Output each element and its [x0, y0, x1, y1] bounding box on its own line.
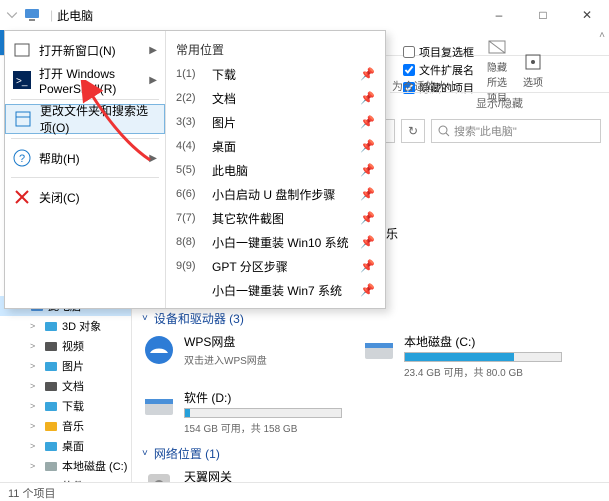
- drive-icon: [142, 389, 176, 423]
- ribbon-check-1[interactable]: 文件扩展名: [403, 62, 474, 78]
- chevron-right-icon: ▶: [149, 75, 157, 86]
- titlebar: | 此电脑 – □ ✕: [0, 0, 609, 30]
- dl-icon: [44, 399, 58, 413]
- frequent-place-item[interactable]: 6(6)小白启动 U 盘制作步骤📌: [166, 182, 385, 206]
- pic-icon: [44, 359, 58, 373]
- window-title: 此电脑: [57, 7, 93, 24]
- tree-node[interactable]: >图片: [0, 356, 131, 376]
- ribbon-hint-text: 为合适的大小: [392, 78, 458, 94]
- close-button[interactable]: ✕: [565, 0, 609, 30]
- pin-icon[interactable]: 📌: [360, 259, 375, 273]
- network-item[interactable]: 天翼网关: [142, 468, 342, 482]
- frequent-place-item[interactable]: 7(7)其它软件截图📌: [166, 206, 385, 230]
- search-box[interactable]: 搜索"此电脑": [431, 119, 601, 143]
- desk-icon: [44, 439, 58, 453]
- file-menu-item[interactable]: 打开新窗口(N)▶: [5, 35, 165, 65]
- file-menu-item[interactable]: >_打开 Windows PowerShell(R)▶: [5, 65, 165, 95]
- pin-icon[interactable]: 📌: [360, 187, 375, 201]
- frequent-place-item[interactable]: 9(9)GPT 分区步骤📌: [166, 254, 385, 278]
- frequent-place-item[interactable]: 1(1)下载📌: [166, 62, 385, 86]
- devices-section-header[interactable]: ˅ 设备和驱动器 (3): [142, 310, 599, 327]
- maximize-button[interactable]: □: [521, 0, 565, 30]
- chevron-right-icon: ▶: [149, 153, 157, 164]
- chevron-down-icon: ˅: [142, 313, 148, 324]
- opts-icon: [14, 110, 32, 128]
- refresh-button[interactable]: ↻: [401, 119, 425, 143]
- history-nav: [6, 9, 18, 21]
- file-menu-item[interactable]: 更改文件夹和搜索选项(O): [5, 104, 165, 134]
- tree-node[interactable]: >视频: [0, 336, 131, 356]
- window-controls: – □ ✕: [477, 0, 609, 30]
- status-bar: 11 个项目: [0, 482, 609, 500]
- ribbon-group-label: 显示/隐藏: [390, 92, 609, 113]
- doc-icon: [44, 379, 58, 393]
- frequent-place-item[interactable]: 小白一键重装 Win7 系统📌: [166, 278, 385, 302]
- pin-icon[interactable]: 📌: [360, 283, 375, 297]
- svg-text:?: ?: [19, 153, 25, 165]
- svg-text:>_: >_: [16, 76, 28, 87]
- file-menu-item[interactable]: 关闭(C): [5, 182, 165, 212]
- close-icon: [13, 188, 31, 206]
- chevron-down-icon: ˅: [142, 448, 148, 459]
- tree-node[interactable]: >音乐: [0, 416, 131, 436]
- search-icon: [438, 125, 450, 137]
- separator: |: [50, 8, 53, 22]
- music-icon: [44, 419, 58, 433]
- video-icon: [44, 339, 58, 353]
- frequent-place-item[interactable]: 3(3)图片📌: [166, 110, 385, 134]
- frequent-place-item[interactable]: 2(2)文档📌: [166, 86, 385, 110]
- file-dropdown-menu: 打开新窗口(N)▶>_打开 Windows PowerShell(R)▶ 更改文件…: [4, 30, 386, 309]
- pin-icon[interactable]: 📌: [360, 67, 375, 81]
- ribbon-check-0[interactable]: 项目复选框: [403, 44, 474, 60]
- frequent-place-item[interactable]: 4(4)桌面📌: [166, 134, 385, 158]
- pin-icon[interactable]: 📌: [360, 163, 375, 177]
- drive-item[interactable]: WPS网盘双击进入WPS网盘: [142, 333, 342, 379]
- tree-node[interactable]: >3D 对象: [0, 316, 131, 336]
- pin-icon[interactable]: 📌: [360, 115, 375, 129]
- chevron-right-icon: ▶: [149, 45, 157, 56]
- help-icon: ?: [13, 149, 31, 167]
- drive-icon: [362, 333, 396, 367]
- tree-node[interactable]: >本地磁盘 (C:): [0, 456, 131, 476]
- pin-icon[interactable]: 📌: [360, 139, 375, 153]
- tree-node[interactable]: >桌面: [0, 436, 131, 456]
- tree-node[interactable]: >下载: [0, 396, 131, 416]
- ps-icon: >_: [13, 71, 31, 89]
- pin-icon[interactable]: 📌: [360, 91, 375, 105]
- chevron-down-icon[interactable]: [6, 9, 18, 21]
- network-section-header[interactable]: ˅ 网络位置 (1): [142, 445, 599, 462]
- window-icon: [13, 41, 31, 59]
- pin-icon[interactable]: 📌: [360, 235, 375, 249]
- frequent-place-item[interactable]: 5(5)此电脑📌: [166, 158, 385, 182]
- 3d-icon: [44, 319, 58, 333]
- frequent-place-item[interactable]: 8(8)小白一键重装 Win10 系统📌: [166, 230, 385, 254]
- frequent-places-header: 常用位置: [166, 37, 385, 62]
- tree-node[interactable]: >文档: [0, 376, 131, 396]
- options-button[interactable]: 选项: [520, 52, 546, 89]
- drive-icon: [142, 333, 176, 367]
- drive-item[interactable]: 本地磁盘 (C:)23.4 GB 可用，共 80.0 GB: [362, 333, 562, 379]
- file-menu-item[interactable]: ?帮助(H)▶: [5, 143, 165, 173]
- minimize-button[interactable]: –: [477, 0, 521, 30]
- drive-item[interactable]: 软件 (D:)154 GB 可用，共 158 GB: [142, 389, 342, 435]
- drive-icon: [44, 459, 58, 473]
- gateway-icon: [142, 468, 176, 482]
- pc-icon: [24, 7, 40, 23]
- pin-icon[interactable]: 📌: [360, 211, 375, 225]
